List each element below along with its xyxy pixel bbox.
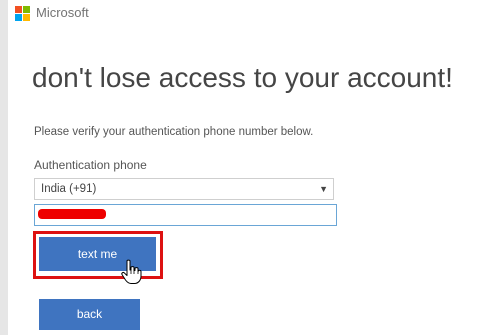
phone-number-input[interactable]: [34, 204, 337, 226]
country-code-select[interactable]: India (+91) ▼: [34, 178, 334, 200]
header: Microsoft: [15, 4, 89, 22]
instruction-text: Please verify your authentication phone …: [34, 126, 314, 138]
back-button[interactable]: back: [39, 299, 140, 330]
redaction-mark: [38, 209, 106, 219]
caret-down-icon: ▼: [319, 184, 328, 194]
phone-field-label: Authentication phone: [34, 158, 147, 172]
country-code-value: India (+91): [41, 183, 97, 195]
left-border: [0, 0, 8, 335]
page-title: don't lose access to your account!: [32, 62, 453, 93]
hand-pointer-icon: [121, 259, 142, 284]
microsoft-logo-icon: [15, 5, 30, 21]
brand-name: Microsoft: [36, 5, 89, 20]
